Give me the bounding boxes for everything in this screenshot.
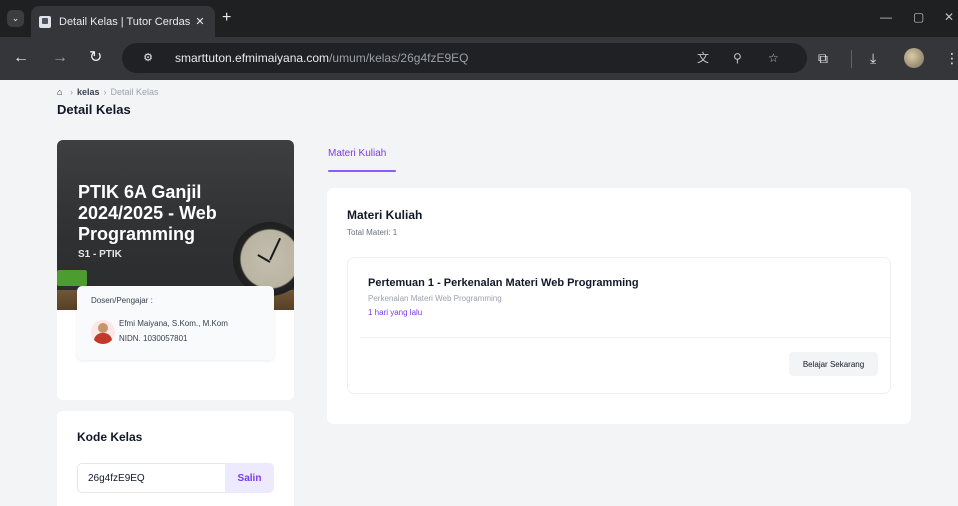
avatar-head — [98, 323, 108, 333]
forward-icon[interactable]: → — [52, 48, 68, 68]
tab-materi-kuliah[interactable]: Materi Kuliah — [328, 148, 386, 159]
list-item: Pertemuan 1 - Perkenalan Materi Web Prog… — [347, 257, 891, 394]
avatar-body — [94, 333, 112, 344]
address-bar[interactable]: ⚙ smarttuton.efmimaiyana.com/umum/kelas/… — [122, 43, 807, 73]
meeting-timestamp: 1 hari yang lalu — [368, 308, 423, 317]
class-banner-image: PTIK 6A Ganjil 2024/2025 - Web Programmi… — [57, 140, 294, 310]
extensions-icon[interactable]: ⧉ — [818, 49, 828, 67]
materials-total: Total Materi: 1 — [347, 228, 398, 237]
breadcrumb-current: Detail Kelas — [110, 87, 159, 97]
toolbar-separator — [851, 50, 852, 68]
breadcrumb-separator-icon: › — [103, 87, 107, 97]
class-code-field[interactable]: 26g4fzE9EQ — [77, 463, 225, 493]
class-code-title: Kode Kelas — [77, 430, 143, 444]
class-name: PTIK 6A Ganjil 2024/2025 - Web Programmi… — [78, 182, 217, 244]
meeting-description: Perkenalan Materi Web Programming — [368, 294, 502, 303]
download-icon[interactable]: ⤓ — [870, 49, 876, 67]
start-learning-button[interactable]: Belajar Sekarang — [789, 352, 878, 376]
materials-title: Materi Kuliah — [347, 208, 423, 222]
browser-menu-icon[interactable]: ⋮ — [945, 49, 958, 67]
materials-card: Materi Kuliah Total Materi: 1 Pertemuan … — [327, 188, 911, 424]
new-tab-icon[interactable]: + — [222, 10, 231, 26]
copy-code-button[interactable]: Salin — [225, 463, 274, 493]
close-window-icon[interactable]: ✕ — [944, 10, 954, 24]
page-title: Detail Kelas — [57, 102, 131, 117]
lecturer-avatar — [91, 320, 115, 344]
reload-icon[interactable]: ↻ — [89, 48, 102, 68]
lecturer-box: Dosen/Pengajar : Efmi Maiyana, S.Kom., M… — [77, 286, 274, 360]
lecturer-nidn: NIDN. 1030057801 — [119, 334, 188, 343]
lecturer-label: Dosen/Pengajar : — [91, 296, 153, 305]
active-tab-indicator — [328, 170, 396, 172]
zoom-icon[interactable]: ⚲ — [733, 50, 742, 66]
breadcrumb-link-kelas[interactable]: kelas — [77, 87, 100, 97]
class-program: S1 - PTIK — [78, 249, 122, 260]
minimize-icon[interactable]: — — [880, 10, 892, 24]
back-icon[interactable]: ← — [13, 48, 29, 68]
breadcrumb-separator-icon: › — [70, 87, 73, 97]
home-icon[interactable]: ⌂ — [57, 87, 66, 97]
breadcrumb: ⌂ › kelas › Detail Kelas — [57, 87, 159, 97]
translate-icon[interactable]: 文 — [697, 50, 709, 66]
tab-title: Detail Kelas | Tutor Cerdas — [59, 15, 191, 28]
browser-tab[interactable]: Detail Kelas | Tutor Cerdas ✕ — [31, 6, 215, 37]
class-card: PTIK 6A Ganjil 2024/2025 - Web Programmi… — [57, 140, 294, 400]
url-path: /umum/kelas/26g4fzE9EQ — [329, 51, 469, 65]
browser-toolbar: ← → ↻ ⚙ smarttuton.efmimaiyana.com/umum/… — [0, 37, 958, 80]
bookmark-star-icon[interactable]: ☆ — [768, 50, 779, 66]
lecturer-name: Efmi Maiyana, S.Kom., M.Kom — [119, 319, 228, 328]
url-text[interactable]: smarttuton.efmimaiyana.com/umum/kelas/26… — [175, 51, 468, 65]
site-info-icon[interactable]: ⚙ — [140, 50, 156, 66]
page-content: ⌂ › kelas › Detail Kelas Detail Kelas PT… — [0, 80, 958, 506]
class-code-card: Kode Kelas 26g4fzE9EQ Salin — [57, 411, 294, 506]
tab-search-icon[interactable]: ⌄ — [7, 10, 24, 27]
favicon-icon — [39, 15, 51, 28]
close-tab-icon[interactable]: ✕ — [193, 15, 207, 28]
profile-avatar-icon[interactable] — [904, 48, 924, 68]
divider — [360, 337, 890, 338]
meeting-title: Pertemuan 1 - Perkenalan Materi Web Prog… — [368, 277, 639, 289]
restore-icon[interactable]: ▢ — [913, 10, 924, 24]
url-host: smarttuton.efmimaiyana.com — [175, 51, 330, 65]
browser-tab-bar: ⌄ Detail Kelas | Tutor Cerdas ✕ + — ▢ ✕ — [0, 0, 958, 37]
